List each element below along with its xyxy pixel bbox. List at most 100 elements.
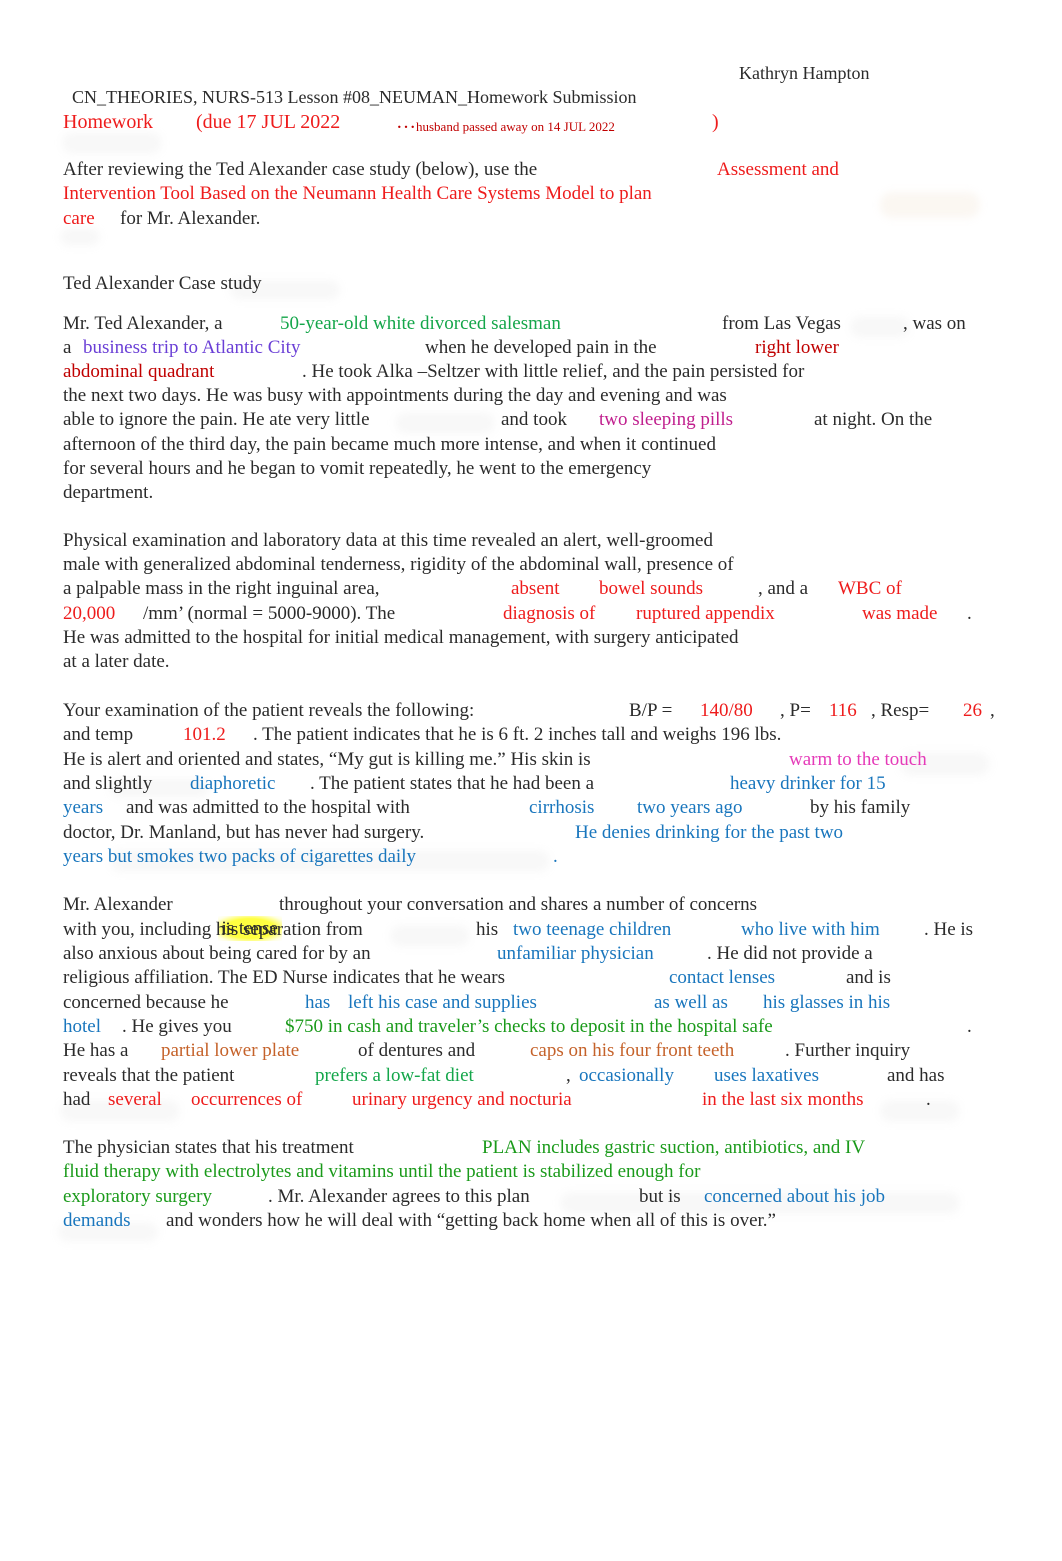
annotated-trip: business trip to Atlantic City [83,337,301,358]
text: . Mr. Alexander agrees to this plan [268,1186,530,1207]
smudge [395,412,495,434]
homework-label: Homework [63,111,153,133]
text: . He gives you [122,1016,232,1037]
text: religious affiliation. The ED Nurse indi… [63,967,505,988]
due-date: (due 17 JUL 2022 [196,111,341,133]
annotated-item: hotel [63,1016,101,1037]
text: and slightly [63,773,153,794]
vital-resp: 26 [963,700,982,721]
annotated-plan: PLAN includes gastric suction, antibioti… [482,1137,866,1158]
annotated-family: who live with him [741,919,880,940]
document-header: CN_THEORIES, NURS-513 Lesson #08_NEUMAN_… [63,61,637,109]
annotated-finding: bowel sounds [599,578,703,599]
annotated-concern: unfamiliar physician [497,943,654,964]
smudge [62,132,162,154]
text: Your examination of the patient reveals … [63,700,475,721]
text: , P= [780,700,811,721]
text: doctor, Dr. Manland, but has never had s… [63,822,425,843]
text: . He is [924,919,974,940]
annotated-habit: uses laxatives [714,1065,820,1086]
text: but is [639,1186,681,1207]
text: the next two days. He was busy with appo… [63,385,727,406]
text: when he developed pain in the [425,337,657,358]
tool-name-3: care [63,208,95,229]
intro-text-2: for Mr. Alexander. [120,208,261,229]
text: The physician states that his treatment [63,1137,354,1158]
text: male with generalized abdominal tenderne… [63,554,734,575]
text: . [967,1016,972,1037]
annotated-diagnosis: was made [862,603,938,624]
annotated-history: He denies drinking for the past two [575,822,844,843]
annotated-family: two teenage children [513,919,672,940]
annotated-dental: partial lower plate [161,1040,300,1061]
text: . [553,846,558,867]
annotated-pain-location: abdominal quadrant [63,361,215,382]
text: . He took Alka –Seltzer with little reli… [302,361,805,382]
annotated-symptom: in the last six months [702,1089,864,1110]
text: , was on [903,313,966,334]
tool-name-1: Assessment and [717,159,839,180]
annotated-plan: exploratory surgery [63,1186,212,1207]
annotated-finding: absent [511,578,560,599]
annotated-item: has [305,992,331,1013]
text: , [990,700,995,721]
text: and was admitted to the hospital with [126,797,410,818]
annotated-history: cirrhosis [529,797,595,818]
text: throughout your conversation and shares … [279,894,758,915]
annotated-item: his glasses in his [763,992,891,1013]
annotated-valuables: $750 in cash and traveler’s checks to de… [285,1016,773,1037]
annotated-habit: occasionally [579,1065,674,1086]
text: Mr. Ted Alexander, a [63,313,223,334]
text: able to ignore the pain. He ate very lit… [63,409,370,430]
annotated-pain-location: right lower [755,337,839,358]
text: and has [887,1065,945,1086]
annotated-lab: WBC of [838,578,902,599]
text: at a later date. [63,651,170,672]
note-text: husband passed away on 14 JUL 2022 [416,119,615,134]
vital-pulse: 116 [829,700,857,721]
annotated-item: as well as [654,992,728,1013]
text: , and a [758,578,809,599]
text: . The patient states that he had been a [310,773,595,794]
course-title: CN_THEORIES, NURS-513 Lesson #08_NEUMAN_… [72,87,637,107]
annotated-concern: concerned about his job [704,1186,885,1207]
text: and wonders how he will deal with “getti… [166,1210,776,1231]
text: Mr. Alexander [63,894,173,915]
annotated-medication: two sleeping pills [599,409,734,430]
vital-temp: 101.2 [183,724,226,745]
text: with you, including his separation from [63,919,363,940]
text: . He did not provide a [707,943,873,964]
case-study-title: Ted Alexander Case study [63,273,262,294]
annotated-skin: warm to the touch [789,749,927,770]
vital-bp: 140/80 [700,700,753,721]
text: from Las Vegas [722,313,841,334]
text: . Further inquiry [785,1040,911,1061]
text: /mm’ (normal = 5000-9000). The [143,603,396,624]
text: He has a [63,1040,129,1061]
text: He was admitted to the hospital for init… [63,627,739,648]
annotated-history: years but smokes two packs of cigarettes… [63,846,416,867]
annotated-concern: demands [63,1210,131,1231]
text: his [476,919,499,940]
tool-name-2: Intervention Tool Based on the Neumann H… [63,183,652,204]
annotated-symptom: urinary urgency and nocturia [352,1089,572,1110]
annotated-symptom: occurrences of [191,1089,303,1110]
text: reveals that the patient [63,1065,235,1086]
annotated-plan: fluid therapy with electrolytes and vita… [63,1161,701,1182]
annotated-diagnosis: ruptured appendix [636,603,775,624]
text: and temp [63,724,134,745]
intro-text: After reviewing the Ted Alexander case s… [63,159,538,180]
text: . [926,1089,931,1110]
text: for several hours and he began to vomit … [63,458,652,479]
smudge [390,925,470,947]
annotated-history: two years ago [637,797,743,818]
annotated-symptom: several [108,1089,162,1110]
note-ellipsis: … [396,111,416,133]
annotated-lab: 20,000 [63,603,116,624]
text: at night. On the [814,409,933,430]
smudge [880,192,980,218]
text: had [63,1089,91,1110]
author-name: Kathryn Hampton [739,63,870,83]
annotated-skin: diaphoretic [190,773,276,794]
text: department. [63,482,154,503]
